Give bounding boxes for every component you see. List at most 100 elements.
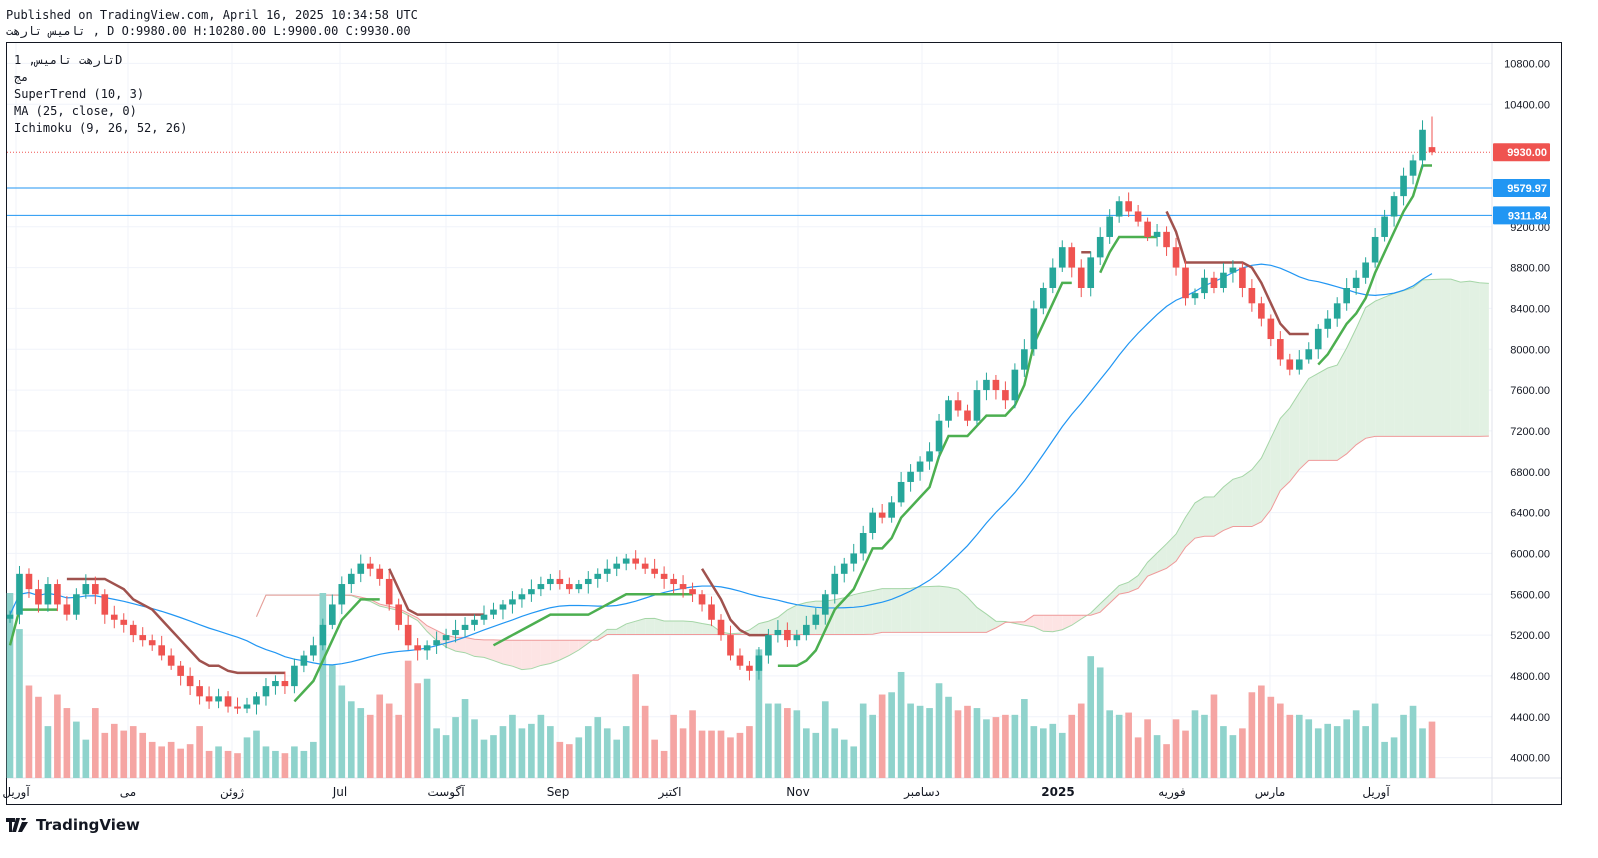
candle-body [1011, 369, 1019, 401]
volume-bar [243, 737, 251, 778]
cloud-segment [1460, 281, 1470, 437]
legend-supertrend[interactable]: SuperTrend (10, 3) [14, 86, 187, 103]
cloud-segment [683, 621, 693, 635]
candle-body [1352, 277, 1360, 288]
candle-body [442, 635, 450, 641]
candle-body [528, 589, 535, 595]
volume-bar [1229, 735, 1237, 778]
candle-body [139, 635, 147, 641]
candle-body [376, 568, 384, 579]
volume-bar [1115, 714, 1123, 778]
volume-bar [556, 741, 564, 778]
candle-body [1428, 147, 1436, 153]
legend-ichimoku[interactable]: Ichimoku (9, 26, 52, 26) [14, 120, 187, 137]
candle-body [547, 578, 554, 585]
cloud-segment [1346, 328, 1357, 454]
price-chart[interactable]: 4000.00 4400.00 4800.00 5200.00 5600.00 6000.… [0, 0, 1598, 858]
cloud-segment [1195, 497, 1205, 539]
candle-body [803, 624, 810, 636]
candle-body [840, 563, 848, 574]
price-tick-label: 10800.00 [1504, 58, 1550, 70]
candle-body [300, 655, 308, 666]
candle-body [129, 624, 137, 636]
candle-body [869, 512, 876, 533]
volume-bar [660, 750, 668, 778]
volume-bar [1381, 741, 1388, 778]
volume-bar [329, 665, 336, 778]
volume-bar [129, 726, 137, 778]
price-label: 9579.97 [1493, 178, 1550, 197]
candle [1030, 300, 1038, 356]
volume-bar [1191, 710, 1199, 778]
price-tick-label: 8800.00 [1510, 263, 1550, 275]
candle-body [63, 604, 71, 615]
cloud-segment [521, 640, 532, 670]
time-tick-label: آوریل [2, 784, 30, 800]
volume-bar [1106, 710, 1113, 778]
volume-bar [1239, 728, 1246, 778]
legend-ma[interactable]: MA (25, close, 0) [14, 103, 187, 120]
volume-bar [566, 744, 573, 778]
candle-body [262, 686, 270, 697]
volume-bar [1314, 728, 1322, 778]
volume-bar [404, 660, 412, 778]
candle-body [1286, 359, 1294, 370]
time-tick-label: دسامبر [903, 785, 940, 800]
volume-bar [1021, 699, 1028, 778]
candle-body [888, 502, 895, 518]
candle-body [1419, 129, 1426, 161]
volume-bar [1182, 730, 1189, 778]
candle-body [916, 461, 924, 472]
volume-bar [395, 714, 402, 778]
candle-body [784, 629, 791, 641]
volume-bar [622, 726, 630, 778]
cloud-segment [540, 640, 551, 666]
cloud-segment [872, 588, 883, 635]
candle-body [234, 706, 241, 709]
cloud-segment [1337, 347, 1347, 461]
candle-body [101, 594, 109, 615]
volume-bar [1220, 726, 1227, 778]
time-tick-label: آوریل [1362, 784, 1390, 800]
candle-body [907, 471, 914, 482]
candle-body [423, 645, 431, 651]
candle-body [575, 584, 583, 590]
price-tick-label: 8400.00 [1510, 303, 1550, 315]
volume-bar [821, 701, 829, 778]
candle-body [1087, 257, 1095, 288]
candle-body [310, 645, 317, 656]
candle-body [1409, 160, 1417, 176]
cloud-segment [1356, 307, 1366, 445]
volume-bar [414, 683, 421, 778]
tradingview-brand: TradingView [36, 816, 140, 834]
price-tick-label: 7600.00 [1510, 385, 1550, 397]
volume-bar [1030, 726, 1038, 778]
volume-bar [765, 703, 772, 778]
volume-bar [850, 746, 858, 778]
price-tick-label: 4800.00 [1510, 671, 1550, 683]
tradingview-logo[interactable]: TradingView [6, 814, 140, 836]
candle-body [632, 558, 639, 564]
volume-bar [357, 708, 365, 778]
legend-symbol[interactable]: تارهت تامیس, 1D [14, 52, 187, 69]
volume-bar [803, 728, 810, 778]
chart-legend: تارهت تامیس, 1D مج SuperTrend (10, 3) MA… [14, 52, 187, 137]
volume-bar [736, 732, 744, 778]
candle-body [793, 635, 801, 641]
volume-bar [177, 748, 184, 778]
cloud-segment [1432, 279, 1442, 437]
volume-bar [347, 701, 355, 778]
candle-body [1144, 221, 1151, 237]
candle-body [1068, 247, 1076, 268]
volume-bar [186, 744, 194, 778]
volume-bar [727, 737, 734, 778]
volume-bar [1040, 728, 1047, 778]
candle-body [878, 512, 886, 518]
volume-bar [1419, 728, 1426, 778]
cloud-segment [1479, 282, 1489, 437]
candle-body [774, 629, 782, 636]
candle-body [1333, 303, 1341, 319]
candle-body [177, 665, 184, 676]
cloud-segment [474, 639, 484, 658]
volume-bar [897, 671, 905, 778]
